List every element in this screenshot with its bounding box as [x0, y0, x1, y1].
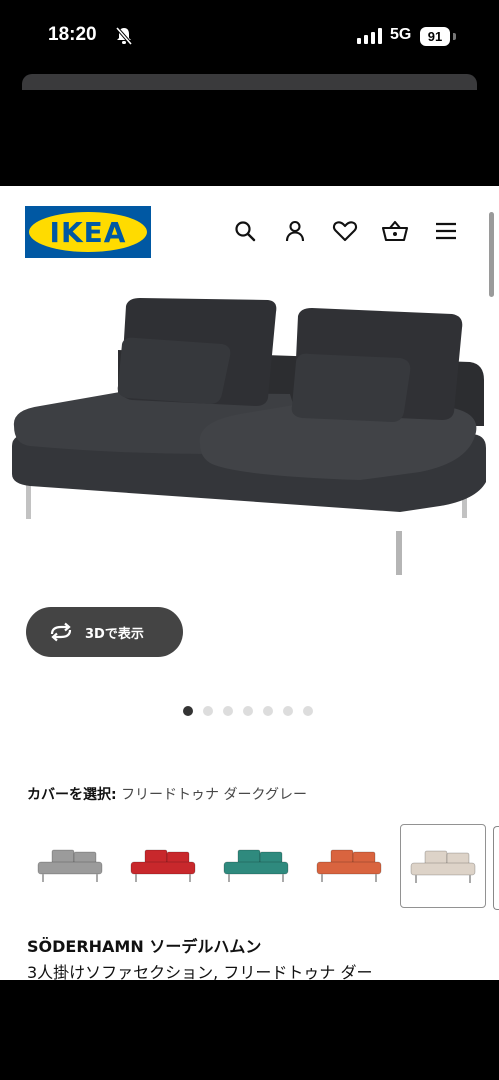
product-image[interactable]: [0, 286, 499, 596]
sofa-thumbnail: [223, 849, 289, 882]
battery-icon: [453, 33, 456, 40]
cover-swatch-light-grey[interactable]: [28, 824, 114, 908]
gallery-dot[interactable]: [303, 706, 313, 716]
search-icon[interactable]: [231, 217, 259, 245]
cover-value: フリードトゥナ ダークグレー: [121, 787, 307, 803]
gallery-dot[interactable]: [183, 706, 193, 716]
menu-icon[interactable]: [432, 217, 460, 245]
gallery-dot[interactable]: [203, 706, 213, 716]
basket-icon[interactable]: [381, 217, 409, 245]
cover-label: カバーを選択:: [27, 787, 117, 803]
status-time: 18:20: [48, 24, 97, 45]
rotate-3d-icon: [50, 622, 72, 642]
gallery-dot[interactable]: [283, 706, 293, 716]
product-page: IKEA 3Dで表示 カバーを選択: フリードトゥナ ダークグレー SÖDERH…: [0, 186, 499, 980]
gallery-dot[interactable]: [223, 706, 233, 716]
cover-swatch-beige[interactable]: [400, 824, 486, 908]
heart-icon[interactable]: [331, 217, 359, 245]
sofa-thumbnail: [130, 849, 196, 882]
cover-swatch-orange[interactable]: [307, 824, 393, 908]
status-bar: 18:20 5G 91: [0, 0, 499, 72]
cover-swatch-teal[interactable]: [214, 824, 300, 908]
sheet-background: [22, 74, 477, 90]
gallery-dot[interactable]: [263, 706, 273, 716]
battery-level: 91: [420, 27, 450, 46]
gallery-dot[interactable]: [243, 706, 253, 716]
logo-text: IKEA: [50, 216, 127, 249]
account-icon[interactable]: [281, 217, 309, 245]
cover-swatch-red[interactable]: [121, 824, 207, 908]
sofa-thumbnail: [410, 850, 476, 883]
sofa-thumbnail: [316, 849, 382, 882]
scrollbar[interactable]: [489, 212, 494, 297]
sofa-leg: [396, 531, 402, 575]
bottom-bar: [0, 980, 499, 1080]
network-type: 5G: [390, 26, 412, 43]
view-3d-button[interactable]: 3Dで表示: [26, 607, 183, 657]
product-description: 3人掛けソファセクション, フリードトゥナ ダー: [27, 963, 373, 980]
gallery-pagination: [183, 706, 313, 716]
view-3d-label: 3Dで表示: [85, 626, 144, 642]
cover-swatch-partial[interactable]: [493, 826, 499, 910]
cover-selection: カバーを選択: フリードトゥナ ダークグレー: [27, 784, 307, 804]
product-name: SÖDERHAMN ソーデルハムン: [27, 937, 262, 956]
ikea-logo[interactable]: IKEA: [25, 206, 151, 258]
bell-slash-icon: [115, 26, 133, 46]
sofa-thumbnail: [37, 849, 103, 882]
sofa-leg: [26, 481, 31, 519]
signal-icon: [357, 28, 382, 44]
